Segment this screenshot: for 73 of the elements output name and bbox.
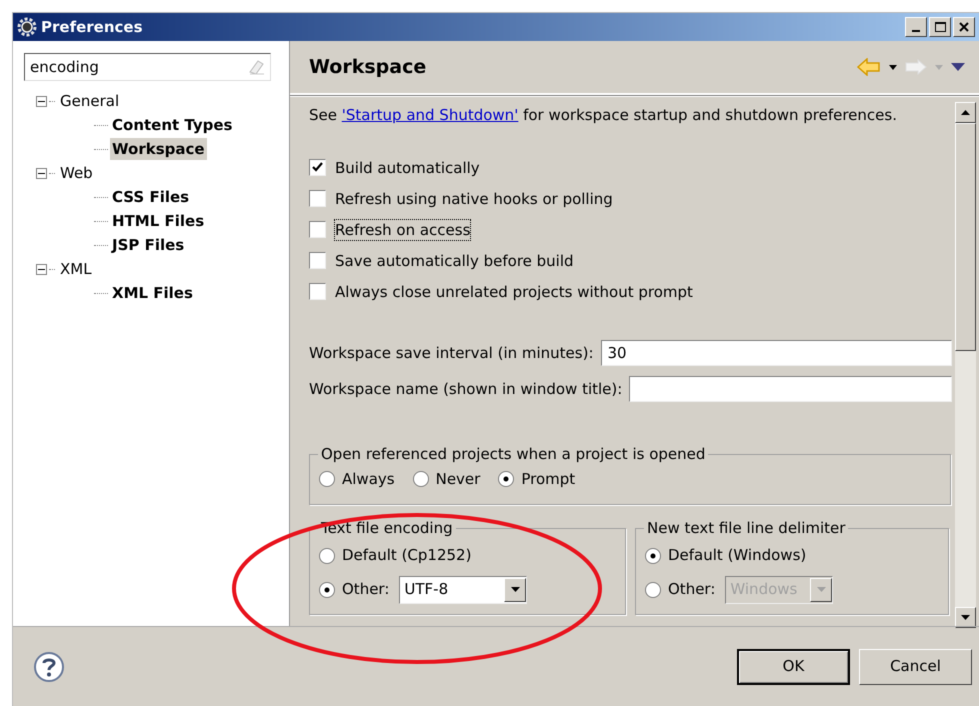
collapse-toggle-icon[interactable]	[36, 168, 47, 178]
intro-text: See 'Startup and Shutdown' for workspace startup and shutdown preferences.	[309, 104, 897, 126]
down-arrow-icon	[510, 587, 520, 592]
help-icon[interactable]	[33, 650, 65, 682]
checkbox-label[interactable]: Refresh on access	[335, 220, 470, 240]
gear-icon	[17, 17, 37, 37]
radio-button[interactable]	[412, 470, 429, 487]
dropdown[interactable]: UTF-8	[399, 576, 528, 604]
scrollbar[interactable]	[955, 102, 976, 628]
checkbox-label[interactable]: Always close unrelated projects without prompt	[335, 282, 693, 302]
tree-item[interactable]: Workspace	[110, 138, 207, 160]
dropdown-caret-icon[interactable]	[889, 64, 897, 70]
collapse-toggle-icon[interactable]	[36, 96, 47, 106]
tree-item[interactable]: Web	[59, 162, 94, 184]
radio-dot-icon	[324, 586, 330, 592]
filter-field[interactable]: encoding	[24, 53, 271, 81]
down-arrow-icon	[961, 615, 970, 620]
down-arrow-icon	[816, 587, 826, 592]
tree-item[interactable]: XML Files	[110, 282, 195, 304]
checkbox[interactable]	[309, 283, 326, 300]
checkbox-label[interactable]: Build automatically	[335, 158, 480, 178]
window-title: Preferences	[41, 16, 143, 38]
cancel-button[interactable]: Cancel	[859, 648, 972, 684]
filter-input[interactable]: encoding	[30, 56, 247, 78]
scroll-up-button[interactable]	[955, 102, 976, 123]
radio-button[interactable]	[498, 470, 514, 487]
minimize-icon	[912, 30, 920, 33]
up-arrow-icon	[961, 110, 970, 115]
checkbox-label[interactable]: Refresh using native hooks or polling	[335, 188, 613, 208]
ok-button[interactable]: OK	[737, 648, 850, 684]
page-title: Workspace	[309, 54, 426, 80]
field-label: Workspace name (shown in window title):	[309, 378, 622, 400]
checkmark-icon	[312, 162, 323, 173]
radio-button[interactable]	[645, 548, 661, 564]
tree-item[interactable]: CSS Files	[110, 186, 192, 208]
radio-dot-icon	[650, 552, 656, 558]
text-field[interactable]	[629, 376, 952, 402]
field-label: Workspace save interval (in minutes):	[309, 342, 594, 364]
checkbox[interactable]	[309, 190, 326, 207]
radio-label[interactable]: Other:	[342, 578, 390, 601]
radio-button[interactable]	[645, 582, 661, 598]
collapse-toggle-icon[interactable]	[36, 264, 47, 274]
checkbox-label[interactable]: Save automatically before build	[335, 250, 574, 270]
radio-button[interactable]	[319, 548, 335, 564]
tree-item[interactable]: JSP Files	[110, 234, 186, 256]
group-title: Open referenced projects when a project is opened	[320, 444, 706, 465]
scroll-thumb[interactable]	[955, 123, 976, 351]
maximize-icon	[934, 22, 946, 32]
group-title: New text file line delimiter	[646, 518, 846, 539]
text-field[interactable]: 30	[600, 340, 952, 366]
radio-dot-icon	[503, 476, 510, 482]
radio-label[interactable]: Never	[436, 468, 480, 490]
radio-button[interactable]	[319, 582, 335, 598]
minimize-button[interactable]	[905, 17, 927, 37]
radio-button[interactable]	[319, 470, 335, 487]
close-button[interactable]	[953, 17, 975, 37]
tree-item[interactable]: General	[59, 90, 120, 112]
checkbox[interactable]	[309, 159, 326, 176]
close-icon	[959, 22, 969, 32]
startup-shutdown-link[interactable]: 'Startup and Shutdown'	[342, 106, 518, 124]
scroll-down-button[interactable]	[955, 607, 976, 628]
radio-label[interactable]: Always	[342, 468, 395, 490]
radio-label[interactable]: Default (Cp1252)	[342, 544, 472, 567]
checkbox[interactable]	[309, 252, 326, 269]
checkbox[interactable]	[309, 221, 326, 238]
radio-label[interactable]: Other:	[668, 578, 716, 601]
tree-item[interactable]: Content Types	[110, 114, 234, 136]
radio-label[interactable]: Prompt	[521, 468, 576, 490]
tree-item[interactable]: HTML Files	[110, 210, 206, 232]
maximize-button[interactable]	[929, 17, 951, 37]
tree-item[interactable]: XML	[59, 258, 93, 280]
view-menu-icon[interactable]	[951, 63, 965, 71]
radio-label[interactable]: Default (Windows)	[668, 544, 806, 567]
